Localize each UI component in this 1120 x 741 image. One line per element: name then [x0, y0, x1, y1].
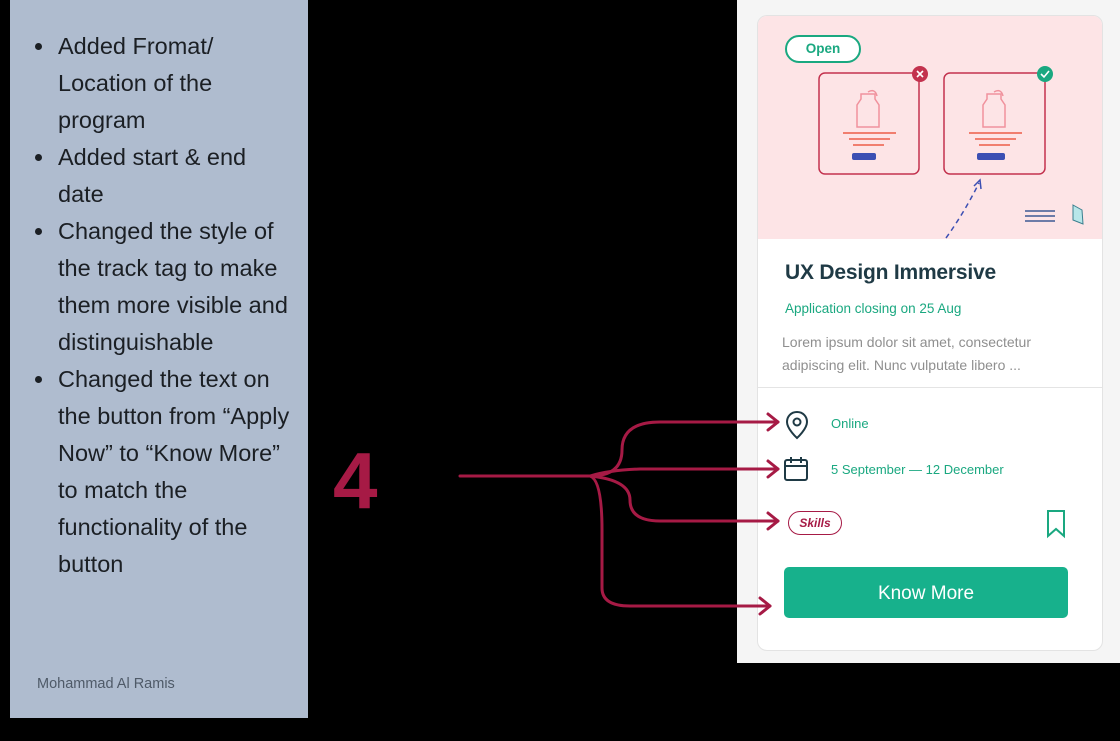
program-dates: 5 September — 12 December	[831, 462, 1004, 477]
know-more-button[interactable]: Know More	[784, 567, 1068, 618]
bookmark-icon[interactable]	[1046, 509, 1066, 539]
notes-list-item: Added start & end date	[35, 139, 298, 213]
logo-mark	[1025, 204, 1084, 225]
track-tag[interactable]: Skills	[788, 511, 842, 535]
notes-list-item: Changed the style of the track tag to ma…	[35, 213, 298, 361]
notes-list-item: Changed the text on the button from “App…	[35, 361, 298, 583]
divider	[758, 387, 1102, 388]
notes-panel: Added Fromat/ Location of the program Ad…	[10, 0, 308, 718]
notes-list-item: Added Fromat/ Location of the program	[35, 28, 298, 139]
map-pin-icon	[785, 410, 809, 440]
card-title: UX Design Immersive	[785, 261, 996, 284]
author-name: Mohammad Al Ramis	[37, 676, 175, 692]
step-number: 4	[333, 436, 378, 525]
application-deadline: Application closing on 25 Aug	[785, 301, 962, 316]
program-card[interactable]: Open UX Design Immersive Application clo…	[757, 15, 1103, 651]
calendar-icon	[784, 457, 808, 481]
hero-illustration	[818, 66, 1084, 239]
card-description: Lorem ipsum dolor sit amet, consectetur …	[782, 334, 1031, 373]
program-location: Online	[831, 416, 869, 431]
card-hero-image: Open	[758, 16, 1102, 239]
notes-list: Added Fromat/ Location of the program Ad…	[35, 28, 298, 583]
